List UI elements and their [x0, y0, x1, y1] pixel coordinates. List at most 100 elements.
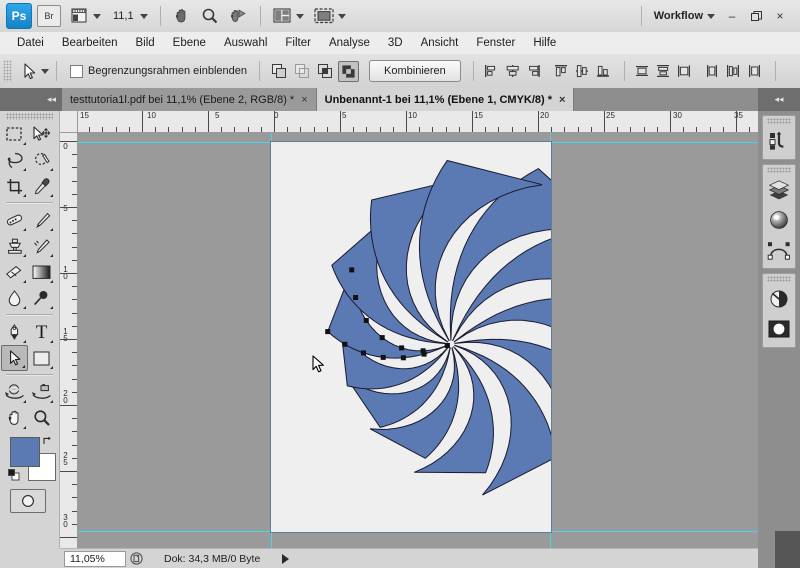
align-bottom-edges-button[interactable] — [595, 63, 612, 80]
eraser-tool[interactable] — [1, 259, 28, 285]
move-tool[interactable] — [28, 121, 55, 147]
path-anchor-point[interactable] — [380, 354, 386, 360]
close-icon[interactable]: × — [301, 94, 307, 106]
zoom-tool[interactable] — [28, 405, 55, 431]
menu-ansicht[interactable]: Ansicht — [412, 35, 468, 51]
intersect-shape-areas-button[interactable] — [315, 62, 334, 81]
history-panel-button[interactable] — [763, 126, 795, 156]
close-icon[interactable]: × — [559, 94, 565, 106]
gradient-tool[interactable] — [28, 259, 55, 285]
canvas-viewport[interactable] — [78, 133, 758, 548]
toolbox-grip[interactable] — [6, 113, 53, 120]
path-anchor-point[interactable] — [353, 295, 359, 300]
path-anchor-point[interactable] — [342, 341, 348, 347]
menu-bearbeiten[interactable]: Bearbeiten — [53, 35, 127, 51]
show-bounding-box-checkbox[interactable]: Begrenzungsrahmen einblenden — [70, 64, 247, 78]
horizontal-ruler[interactable]: 15 10 5 0 5 10 15 20 25 30 35 — [78, 111, 758, 133]
clone-stamp-tool[interactable] — [1, 233, 28, 259]
path-anchor-point[interactable] — [444, 343, 450, 348]
document-canvas[interactable] — [270, 141, 552, 533]
tabbar-collapse-button[interactable]: ◂◂ — [0, 88, 62, 111]
menu-auswahl[interactable]: Auswahl — [215, 35, 276, 51]
distribute-horizontal-centers-button[interactable] — [725, 63, 742, 80]
align-top-edges-button[interactable] — [553, 63, 570, 80]
restore-button[interactable] — [744, 5, 768, 27]
rectangle-shape-tool[interactable] — [28, 345, 55, 371]
swirl-vector-shape[interactable] — [271, 142, 551, 532]
subtract-from-shape-area-button[interactable] — [292, 62, 311, 81]
quick-selection-tool[interactable] — [28, 147, 55, 173]
align-vertical-centers-button[interactable] — [574, 63, 591, 80]
menu-datei[interactable]: Datei — [8, 35, 53, 51]
layers-panel-button[interactable] — [763, 175, 795, 205]
align-left-edges-button[interactable] — [483, 63, 500, 80]
menu-fenster[interactable]: Fenster — [467, 35, 524, 51]
dock-collapse-button[interactable]: ◂◂ — [758, 88, 800, 111]
rectangular-marquee-tool[interactable] — [1, 121, 28, 147]
status-expand-arrow[interactable] — [282, 553, 290, 564]
dodge-tool[interactable] — [28, 285, 55, 311]
quick-mask-mode-button[interactable] — [10, 489, 46, 513]
path-anchor-point[interactable] — [399, 345, 405, 351]
path-anchor-point[interactable] — [363, 318, 369, 323]
spot-healing-brush-tool[interactable] — [1, 207, 28, 233]
minimize-button[interactable]: – — [720, 5, 744, 27]
align-right-edges-button[interactable] — [525, 63, 542, 80]
arrange-documents-button[interactable] — [268, 0, 309, 32]
distribute-vertical-centers-button[interactable] — [655, 63, 672, 80]
menu-analyse[interactable]: Analyse — [320, 35, 379, 51]
distribute-bottom-edges-button[interactable] — [676, 63, 693, 80]
path-anchor-point[interactable] — [349, 267, 355, 273]
eyedropper-tool[interactable] — [28, 173, 55, 199]
path-anchor-point[interactable] — [379, 335, 385, 341]
path-anchor-point[interactable] — [325, 329, 331, 335]
zoom-level-dropdown[interactable]: 11,1 — [106, 0, 153, 32]
add-to-shape-area-button[interactable] — [269, 62, 288, 81]
document-tab-unbenannt-1[interactable]: Unbenannt-1 bei 11,1% (Ebene 1, CMYK/8) … — [316, 88, 575, 111]
zoom-percentage-input[interactable]: 11,05% — [64, 550, 126, 567]
pen-tool[interactable] — [1, 319, 28, 345]
screen-mode-button[interactable] — [309, 0, 351, 32]
exclude-overlapping-shape-areas-button[interactable] — [338, 60, 360, 82]
brush-tool[interactable] — [28, 207, 55, 233]
distribute-right-edges-button[interactable] — [746, 63, 763, 80]
path-anchor-point[interactable] — [420, 348, 426, 354]
dock-grip[interactable] — [767, 167, 791, 173]
lasso-tool[interactable] — [1, 147, 28, 173]
menu-hilfe[interactable]: Hilfe — [524, 35, 565, 51]
default-colors-icon[interactable] — [8, 469, 20, 481]
close-button[interactable]: × — [768, 5, 792, 27]
menu-ebene[interactable]: Ebene — [164, 35, 215, 51]
3d-object-rotate-tool[interactable] — [1, 379, 28, 405]
history-brush-tool[interactable] — [28, 233, 55, 259]
zoom-tool-button[interactable] — [196, 0, 224, 32]
dock-grip[interactable] — [767, 276, 791, 282]
distribute-left-edges-button[interactable] — [704, 63, 721, 80]
menu-filter[interactable]: Filter — [276, 35, 320, 51]
color-panel-button[interactable] — [763, 205, 795, 235]
vertical-ruler[interactable]: 0 5 10 15 20 25 30 — [60, 133, 78, 548]
menu-3d[interactable]: 3D — [379, 35, 412, 51]
document-tab-testtutorial[interactable]: testtutoria1l.pdf bei 11,1% (Ebene 2, RG… — [62, 88, 317, 111]
masks-panel-button[interactable] — [763, 314, 795, 344]
paths-panel-button[interactable] — [763, 235, 795, 265]
document-thumbnail-icon[interactable] — [126, 551, 146, 567]
swap-colors-icon[interactable] — [42, 435, 54, 447]
distribute-top-edges-button[interactable] — [634, 63, 651, 80]
blur-tool[interactable] — [1, 285, 28, 311]
launch-bridge-button[interactable]: Br — [32, 0, 66, 32]
path-anchor-point[interactable] — [361, 350, 366, 356]
combine-button[interactable]: Kombinieren — [369, 60, 461, 82]
options-bar-grip[interactable] — [3, 60, 12, 82]
path-anchor-point[interactable] — [400, 355, 406, 361]
crop-tool[interactable] — [1, 173, 28, 199]
rotate-view-tool-button[interactable] — [224, 0, 253, 32]
adjustments-panel-button[interactable] — [763, 284, 795, 314]
dock-grip[interactable] — [767, 118, 791, 124]
workspace-switcher[interactable]: Workflow — [649, 0, 720, 32]
ruler-origin-corner[interactable] — [60, 111, 78, 133]
mini-bridge-button[interactable] — [66, 0, 106, 32]
hand-tool-button[interactable] — [168, 0, 196, 32]
hand-tool[interactable] — [1, 405, 28, 431]
horizontal-type-tool[interactable]: T — [28, 319, 55, 345]
